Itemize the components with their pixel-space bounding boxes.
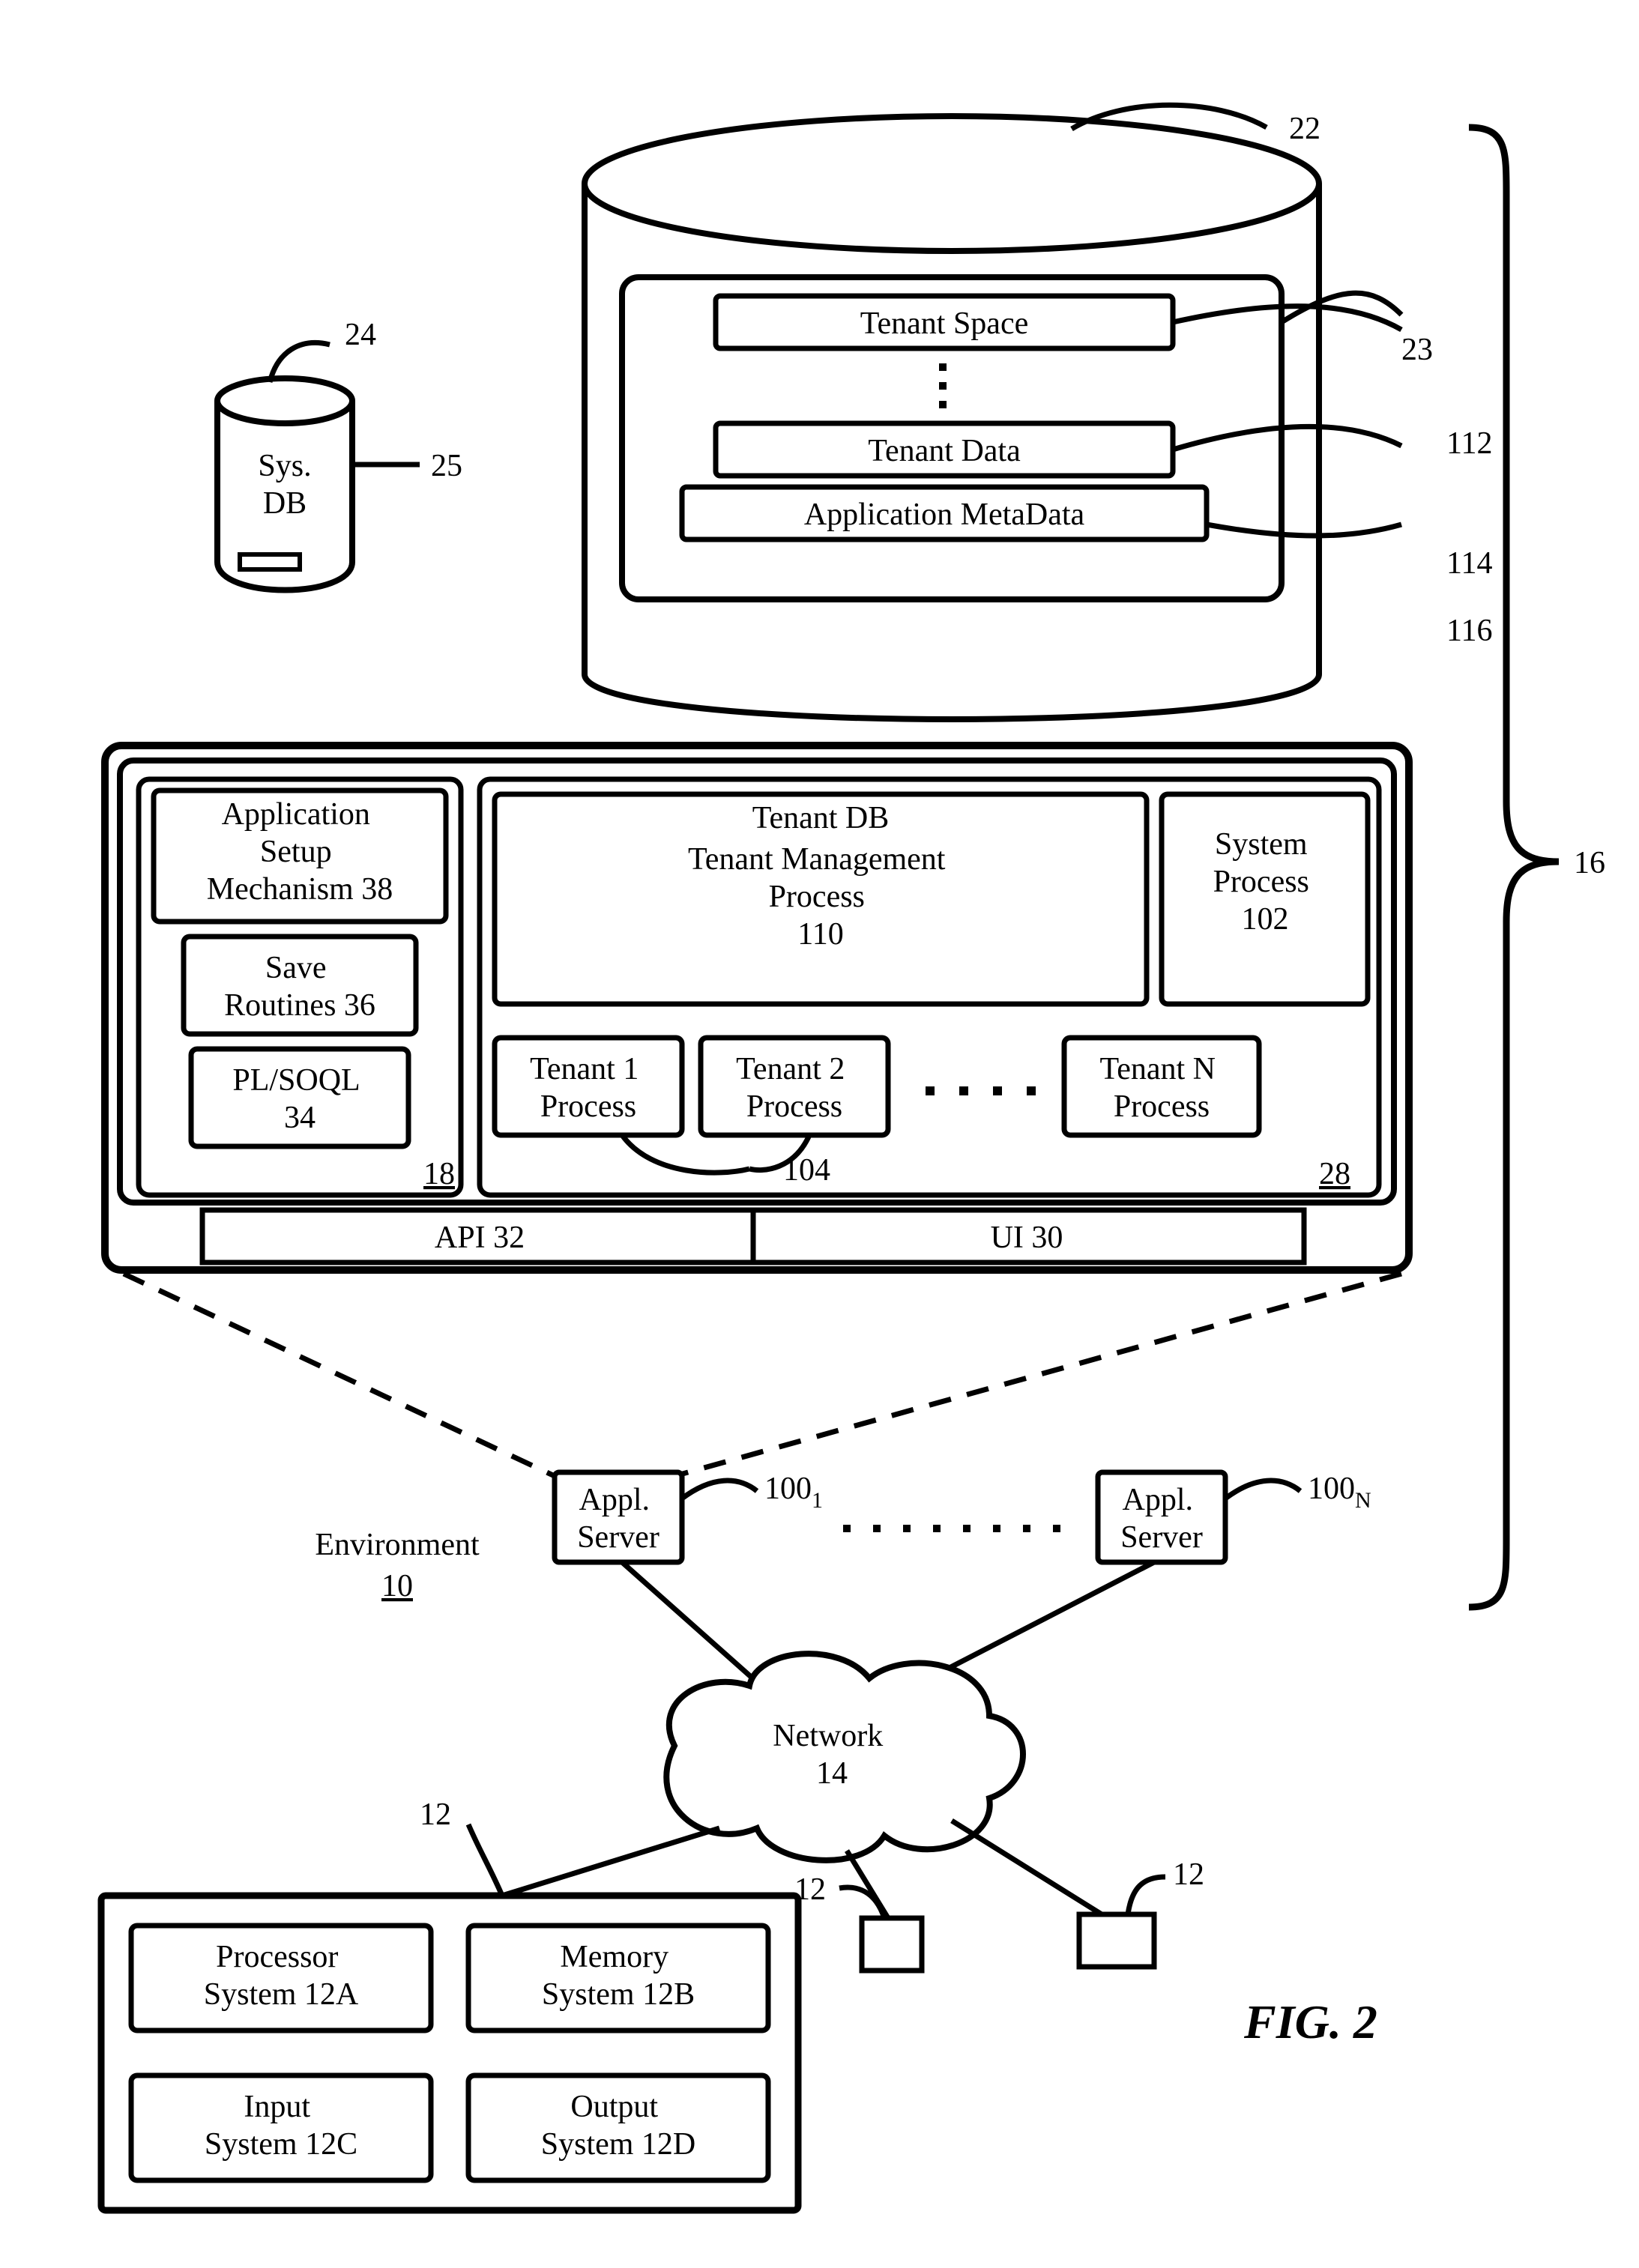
ref-22: 22 <box>1289 112 1320 146</box>
ref-116: 116 <box>1446 614 1492 648</box>
right-inner-group: 28 Tenant DB Tenant Management Process 1… <box>480 779 1379 1195</box>
ref-100-n: 100N <box>1308 1472 1371 1513</box>
api-label: API 32 <box>435 1221 525 1255</box>
tenant-data-box: Tenant Data <box>716 423 1401 476</box>
svg-text:10: 10 <box>381 1569 413 1603</box>
ref-104: 104 <box>783 1153 830 1188</box>
ref-100-1: 1001 <box>764 1472 823 1513</box>
svg-text:12: 12 <box>420 1797 451 1832</box>
tenant-space-box: Tenant Space <box>716 296 1401 348</box>
tenant-data-label: Tenant Data <box>868 434 1021 468</box>
ref-18: 18 <box>423 1157 455 1191</box>
sys-db-label-1: Sys. <box>258 449 311 483</box>
ref-16: 16 <box>1574 846 1605 880</box>
small-client-2 <box>1079 1914 1154 1967</box>
sys-db-cylinder: Sys. DB 24 25 <box>217 318 462 590</box>
figure-label: FIG. 2 <box>1243 1995 1377 2048</box>
api-ui-row: API 32 UI 30 <box>202 1210 1304 1262</box>
small-client-1 <box>862 1918 922 1971</box>
environment-label: Environment 10 <box>315 1528 480 1603</box>
client-box-detail: Processor System 12A Memory System 12B I… <box>101 1896 798 2210</box>
tenant-space-label: Tenant Space <box>860 306 1028 341</box>
tenant-db-header: Tenant DB <box>752 801 890 835</box>
appl-server-n: Appl. Server 100N <box>1098 1472 1371 1562</box>
svg-text:12: 12 <box>1173 1857 1204 1892</box>
appl-server-1: Appl. Server 1001 <box>555 1472 823 1562</box>
svg-text:Environment: Environment <box>315 1528 480 1562</box>
server-to-cloud <box>622 1562 1154 1682</box>
tenant-ellipsis <box>939 363 947 408</box>
app-metadata-label: Application MetaData <box>804 498 1085 532</box>
ref-24: 24 <box>345 318 376 352</box>
ref-23: 23 <box>1401 333 1433 367</box>
system-16-brace: 16 <box>1469 127 1605 1607</box>
server-block: 18 Application Setup Mechanism 38 Save R… <box>105 746 1409 1270</box>
tenant-db-inner-frame: 23 Tenant Space Tenant Data Application … <box>622 277 1492 648</box>
server-dots <box>843 1525 1060 1532</box>
ref-28: 28 <box>1319 1157 1350 1191</box>
ref-114: 114 <box>1446 546 1492 581</box>
sys-db-label-2: DB <box>263 486 307 521</box>
ui-label: UI 30 <box>991 1221 1063 1255</box>
left-inner-group: 18 Application Setup Mechanism 38 Save R… <box>139 779 461 1195</box>
dashed-projection <box>124 1274 1401 1476</box>
ref-25: 25 <box>431 449 462 483</box>
ref-112: 112 <box>1446 426 1492 461</box>
app-metadata-box: Application MetaData <box>682 487 1401 539</box>
